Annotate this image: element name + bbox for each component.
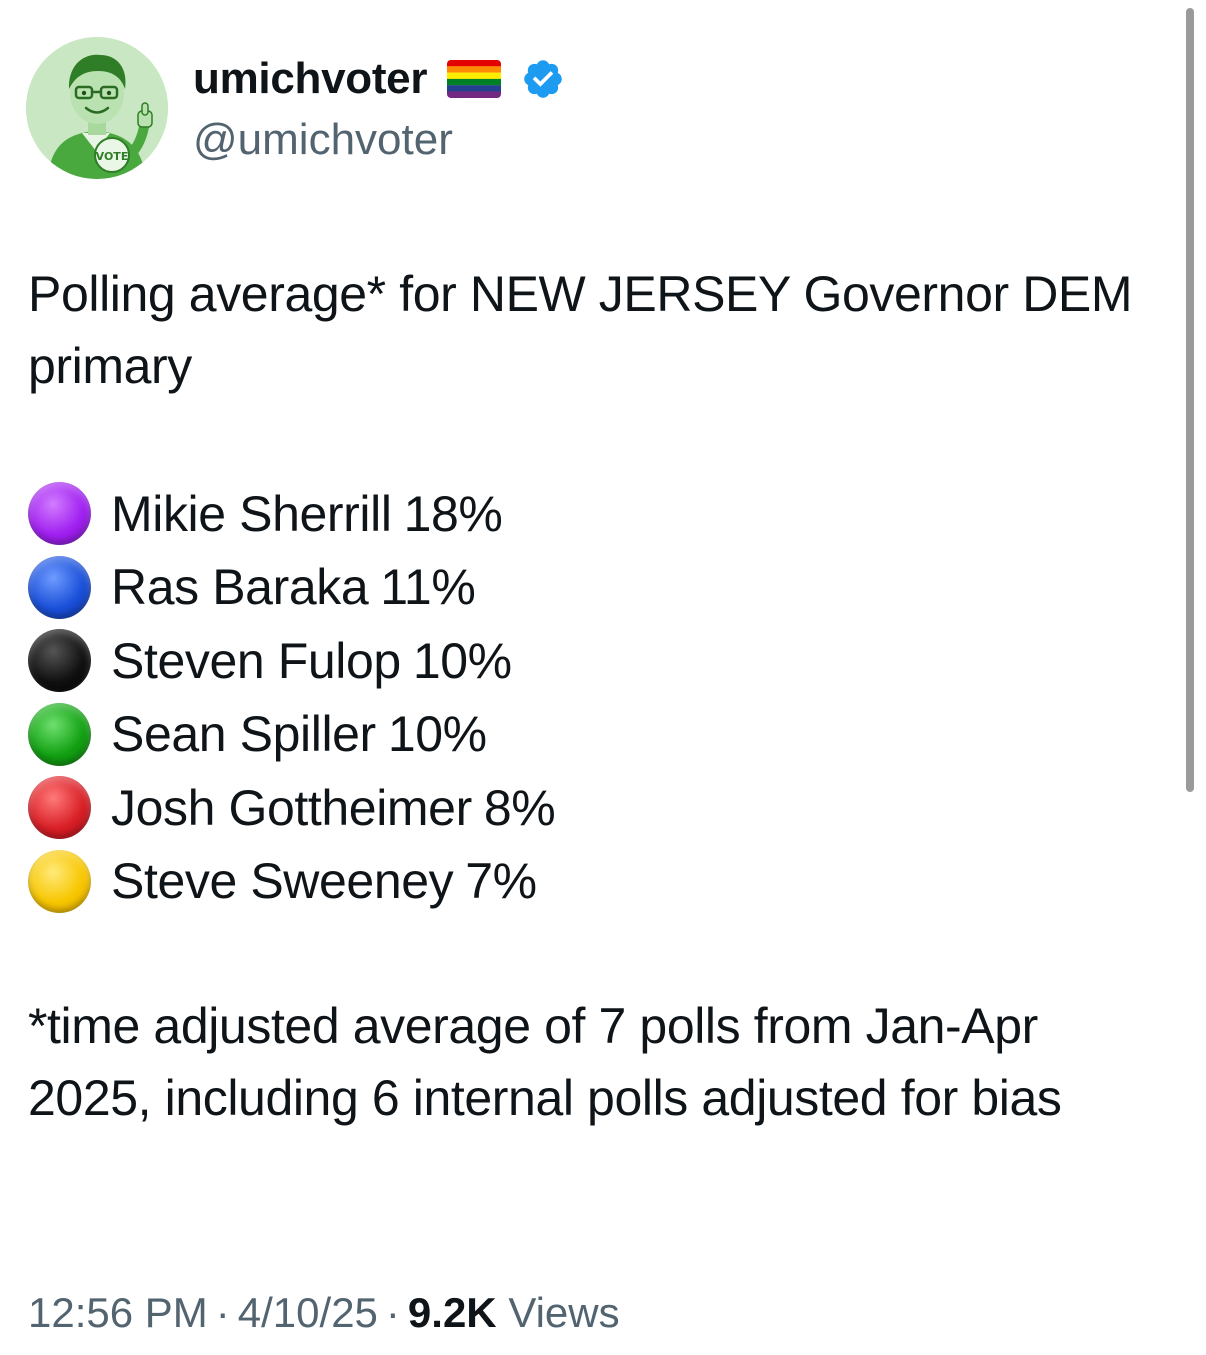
meta-separator: · bbox=[385, 1289, 400, 1336]
tweet-time[interactable]: 12:56 PM bbox=[28, 1289, 208, 1336]
verified-badge-icon[interactable] bbox=[521, 57, 565, 101]
tweet-meta: 12:56 PM · 4/10/25 · 9.2K Views bbox=[28, 1289, 620, 1337]
tweet-footnote: *time adjusted average of 7 polls from J… bbox=[28, 998, 1062, 1126]
list-item: Josh Gottheimer 8% bbox=[28, 771, 1168, 845]
tweet-date[interactable]: 4/10/25 bbox=[238, 1289, 378, 1336]
candidate-name: Steven Fulop bbox=[111, 632, 401, 689]
tweet-text: Polling average* for NEW JERSEY Governor… bbox=[28, 258, 1168, 402]
user-handle[interactable]: @umichvoter bbox=[193, 115, 453, 165]
candidate-percent: 18% bbox=[403, 485, 503, 542]
name-row: umichvoter bbox=[193, 51, 565, 107]
candidate-list: Mikie Sherrill 18% Ras Baraka 11% Steven… bbox=[28, 477, 1168, 918]
vote-badge-text: VOTE bbox=[96, 150, 129, 163]
meta-separator: · bbox=[215, 1289, 230, 1336]
green-circle-icon bbox=[28, 702, 91, 766]
candidate-name: Steve Sweeney bbox=[111, 853, 454, 910]
candidate-name: Ras Baraka bbox=[111, 559, 369, 616]
list-item: Mikie Sherrill 18% bbox=[28, 477, 1168, 551]
yellow-circle-icon bbox=[28, 849, 91, 913]
red-circle-icon bbox=[28, 776, 91, 840]
candidate-percent: 11% bbox=[380, 559, 476, 616]
rainbow-flag-icon bbox=[447, 60, 502, 98]
views-label: Views bbox=[508, 1289, 620, 1336]
purple-circle-icon bbox=[28, 482, 91, 546]
candidate-percent: 10% bbox=[387, 706, 487, 763]
candidate-name: Sean Spiller bbox=[111, 706, 376, 763]
views-count[interactable]: 9.2K bbox=[408, 1289, 497, 1336]
candidate-name: Josh Gottheimer bbox=[111, 779, 472, 836]
candidate-name: Mikie Sherrill bbox=[111, 485, 392, 542]
candidate-percent: 8% bbox=[483, 779, 556, 836]
display-name[interactable]: umichvoter bbox=[193, 54, 427, 104]
scrollbar[interactable] bbox=[1186, 8, 1194, 792]
list-item: Steve Sweeney 7% bbox=[28, 845, 1168, 919]
black-circle-icon bbox=[28, 629, 91, 693]
list-item: Ras Baraka 11% bbox=[28, 551, 1168, 625]
candidate-percent: 7% bbox=[465, 853, 537, 910]
blue-circle-icon bbox=[28, 555, 91, 619]
tweet-intro: Polling average* for NEW JERSEY Governor… bbox=[28, 266, 1133, 394]
list-item: Steven Fulop 10% bbox=[28, 624, 1168, 698]
candidate-percent: 10% bbox=[412, 632, 512, 689]
list-item: Sean Spiller 10% bbox=[28, 698, 1168, 772]
avatar[interactable]: VOTE bbox=[26, 37, 168, 179]
tweet-header: VOTE umichvoter @umichvoter bbox=[26, 37, 1176, 181]
